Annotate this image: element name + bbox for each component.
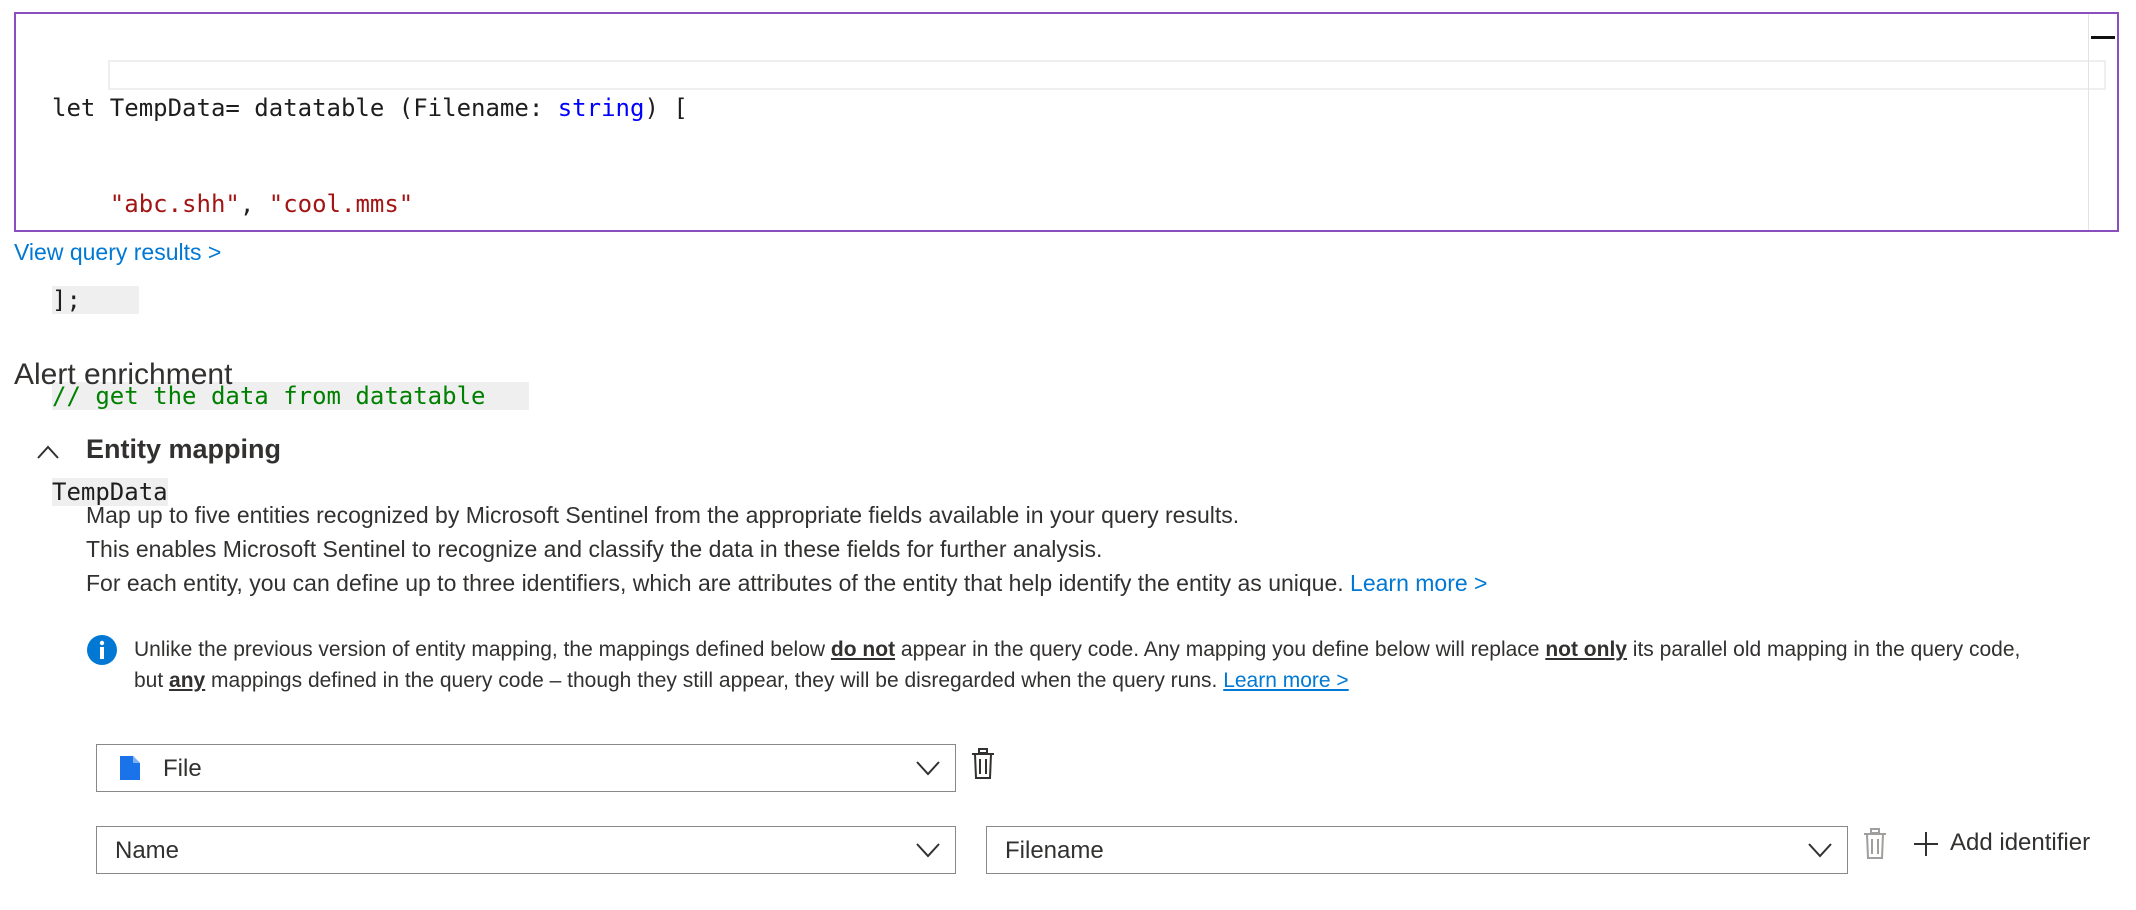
entity-type-dropdown[interactable]: File: [96, 744, 956, 792]
file-icon: [120, 756, 140, 780]
entity-mapping-description: Map up to five entities recognized by Mi…: [86, 502, 1488, 596]
learn-more-link[interactable]: Learn more >: [1350, 570, 1487, 596]
info-learn-more-link[interactable]: Learn more >: [1223, 669, 1349, 692]
plus-icon[interactable]: [1912, 830, 1940, 858]
trash-icon[interactable]: [1862, 828, 1888, 860]
entity-type-value: File: [163, 755, 202, 782]
query-editor[interactable]: let TempData= datatable (Filename: strin…: [14, 12, 2119, 506]
info-message: Unlike the previous version of entity ma…: [134, 638, 2021, 692]
chevron-up-icon[interactable]: [36, 442, 60, 462]
editor-scrollbar[interactable]: [2088, 14, 2117, 230]
chevron-down-icon: [916, 843, 940, 858]
entity-mapping-heading[interactable]: Entity mapping: [86, 434, 281, 465]
trash-icon[interactable]: [970, 748, 996, 780]
identifier-value: Name: [115, 837, 180, 864]
column-dropdown[interactable]: Filename: [986, 826, 1848, 874]
scrollbar-thumb[interactable]: [2091, 36, 2115, 39]
code-line-3: ];: [52, 284, 688, 316]
alert-enrichment-heading: Alert enrichment: [14, 358, 233, 391]
code-line-1: let TempData= datatable (Filename: strin…: [52, 94, 688, 122]
info-icon: [87, 635, 117, 665]
chevron-down-icon: [1808, 843, 1832, 858]
code-line-2: "abc.shh", "cool.mms": [109, 190, 414, 218]
view-query-results-link[interactable]: View query results >: [14, 239, 221, 266]
add-identifier-button[interactable]: Add identifier: [1950, 829, 2090, 857]
identifier-dropdown[interactable]: Name: [96, 826, 956, 874]
chevron-down-icon: [916, 761, 940, 776]
query-code[interactable]: let TempData= datatable (Filename: strin…: [52, 28, 688, 572]
column-value: Filename: [1005, 837, 1104, 864]
